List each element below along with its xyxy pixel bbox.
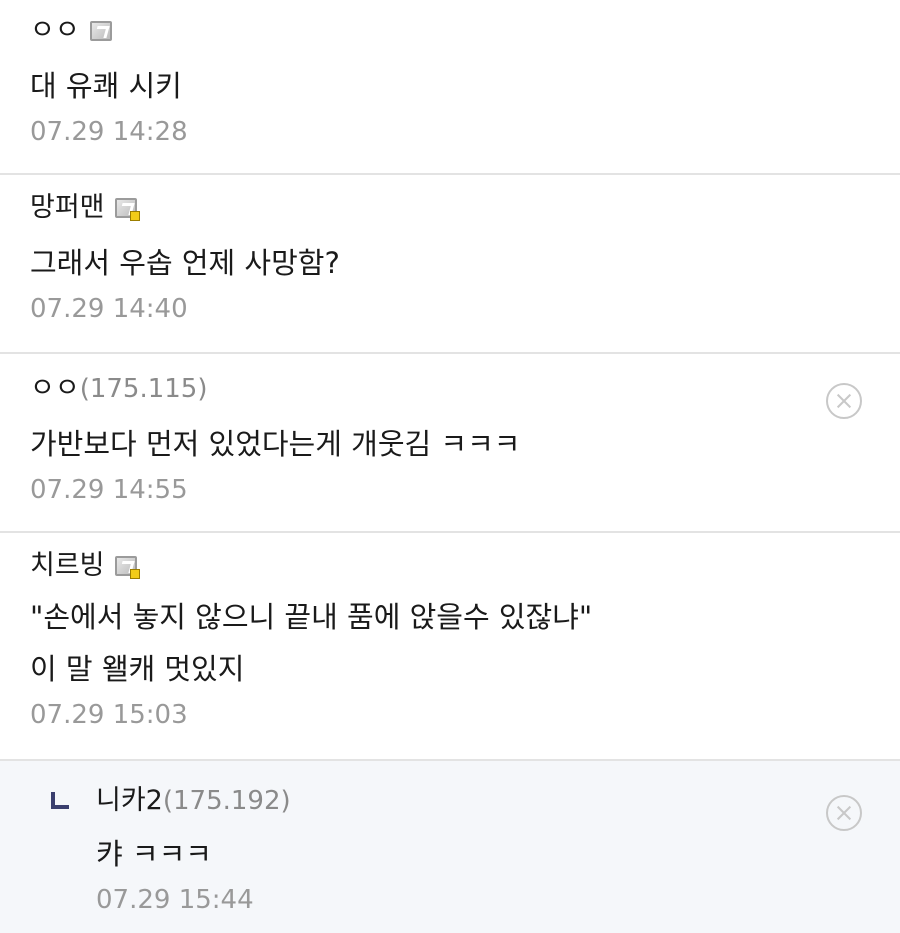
- comment-nickname[interactable]: ㅇㅇ: [30, 374, 80, 404]
- comment-header: ㅇㅇ: [30, 0, 870, 46]
- comment-item: ㅇㅇ (175.115) 가반보다 먼저 있었다는게 개웃김 ㅋㅋㅋ 07.29 …: [0, 354, 900, 533]
- comment-header: 망퍼맨: [30, 175, 870, 223]
- comment-nickname[interactable]: 치르빙: [30, 551, 105, 581]
- comment-body-line: "손에서 놓지 않으니 끝내 품에 앉을수 있잖냐": [30, 600, 593, 634]
- reply-item: 니카2 (175.192) 캬 ㅋㅋㅋ 07.29 15:44: [0, 761, 900, 933]
- comment-ip: (175.115): [79, 374, 208, 404]
- comment-header: 치르빙: [30, 533, 870, 581]
- reply-date: 07.29 15:44: [96, 885, 254, 915]
- reply-ip: (175.192): [162, 786, 291, 816]
- comment-nickname[interactable]: ㅇㅇ: [30, 16, 80, 46]
- delete-icon[interactable]: [826, 795, 862, 831]
- comment-date: 07.29 15:03: [30, 700, 188, 730]
- comment-item: 치르빙 "손에서 놓지 않으니 끝내 품에 앉을수 있잖냐" 이 말 왤캐 멋있…: [0, 533, 900, 761]
- gallog-sub-icon[interactable]: [114, 556, 140, 579]
- gallog-icon[interactable]: [89, 21, 112, 41]
- comment-header: ㅇㅇ (175.115): [30, 354, 870, 405]
- comment-body: 대 유쾌 시키: [30, 69, 182, 103]
- comment-item: ㅇㅇ 대 유쾌 시키 07.29 14:28: [0, 0, 900, 175]
- comment-nickname[interactable]: 망퍼맨: [30, 193, 105, 223]
- comment-body: 가반보다 먼저 있었다는게 개웃김 ㅋㅋㅋ: [30, 427, 521, 461]
- delete-icon[interactable]: [826, 383, 862, 419]
- comment-item: 망퍼맨 그래서 우솝 언제 사망함? 07.29 14:40: [0, 175, 900, 354]
- comment-date: 07.29 14:40: [30, 294, 188, 324]
- comment-body: 그래서 우솝 언제 사망함?: [30, 246, 340, 280]
- comment-date: 07.29 14:28: [30, 117, 188, 147]
- reply-header: 니카2 (175.192): [96, 761, 870, 817]
- comment-body-line: 이 말 왤캐 멋있지: [30, 652, 245, 686]
- reply-body: 캬 ㅋㅋㅋ: [96, 837, 212, 871]
- gallog-sub-icon[interactable]: [114, 198, 140, 221]
- comment-date: 07.29 14:55: [30, 475, 188, 505]
- reply-nickname[interactable]: 니카2: [96, 786, 163, 816]
- reply-arrow-icon: [51, 792, 69, 809]
